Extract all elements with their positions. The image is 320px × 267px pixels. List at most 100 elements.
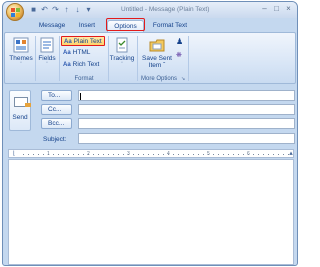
ruler-tick <box>153 154 154 155</box>
ruler-tick <box>208 154 209 155</box>
office-button[interactable] <box>6 3 24 21</box>
ruler-tick <box>183 154 184 155</box>
ruler-tick <box>133 154 134 155</box>
ruler-tick <box>173 154 174 155</box>
text-caret <box>80 93 81 100</box>
quick-access-toolbar: ■ ↶ ↷ ↑ ↓ ▾ <box>29 5 93 15</box>
ribbon-separator <box>59 36 60 81</box>
plain-text-button[interactable]: Aa Plain Text <box>61 36 105 46</box>
html-label: HTML <box>72 49 91 56</box>
ribbon-separator <box>35 36 36 81</box>
ruler-tick <box>193 154 194 155</box>
ruler[interactable]: ⌊ 1 2 3 4 5 6 <box>8 149 294 158</box>
minimize-icon[interactable]: – <box>259 4 270 14</box>
ruler-tick <box>23 154 24 155</box>
tracking-button[interactable]: Tracking ˇ <box>109 37 135 68</box>
plain-text-label: Plain Text <box>73 38 102 45</box>
ruler-tick <box>103 154 104 155</box>
tab-message[interactable]: Message <box>36 20 68 32</box>
direct-replies-icon[interactable]: ❋ <box>176 51 184 61</box>
ribbon-separator <box>137 36 138 81</box>
window-title: Untitled - Message (Plain Text) <box>121 6 210 13</box>
rich-text-button[interactable]: Aa Rich Text <box>63 60 99 70</box>
redo-icon[interactable]: ↷ <box>51 5 60 14</box>
ruler-tick <box>83 154 84 155</box>
ruler-tick <box>143 154 144 155</box>
ruler-tick <box>48 154 49 155</box>
ruler-tick <box>233 154 234 155</box>
down-arrow-icon[interactable]: ↓ <box>73 5 82 14</box>
ruler-tick <box>138 154 139 155</box>
ruler-tick <box>53 154 54 155</box>
ruler-tick <box>43 154 44 155</box>
ruler-tick <box>263 154 264 155</box>
ruler-tick <box>148 154 149 155</box>
ruler-tick <box>213 154 214 155</box>
bcc-field[interactable] <box>78 118 295 129</box>
undo-icon[interactable]: ↶ <box>40 5 49 14</box>
maximize-icon[interactable]: □ <box>271 4 282 14</box>
subject-field[interactable] <box>78 133 295 144</box>
themes-icon <box>13 37 29 53</box>
ribbon-tabs: Message Insert Options Format Text <box>3 18 297 32</box>
tab-insert[interactable]: Insert <box>74 20 100 32</box>
ruler-tick <box>28 154 29 155</box>
fields-button[interactable]: Fields ˇ <box>37 37 57 68</box>
office-logo-icon <box>11 8 20 17</box>
ruler-tick <box>228 154 229 155</box>
ruler-tick <box>123 154 124 155</box>
tab-format-text[interactable]: Format Text <box>149 20 191 32</box>
fields-dropdown-icon: ˇ <box>46 62 48 68</box>
ruler-tick <box>118 154 119 155</box>
ruler-tick <box>73 154 74 155</box>
ruler-tick <box>243 154 244 155</box>
tab-stop-icon[interactable]: ⌊ <box>13 150 15 157</box>
ruler-tick <box>93 154 94 155</box>
ruler-tick <box>258 154 259 155</box>
ruler-tick <box>203 154 204 155</box>
tracking-icon <box>114 37 130 53</box>
send-label: Send <box>12 114 28 121</box>
tab-options[interactable]: Options <box>107 20 144 32</box>
ruler-toggle-icon[interactable]: ▴ <box>286 149 296 158</box>
ruler-tick <box>158 154 159 155</box>
more-options-dialog-launcher-icon[interactable]: ↘ <box>181 74 185 84</box>
rich-text-label: Rich Text <box>72 61 100 68</box>
bcc-button[interactable]: Bcc... <box>41 118 72 129</box>
ruler-tick <box>218 154 219 155</box>
message-body[interactable] <box>8 159 294 265</box>
ruler-tick <box>163 154 164 155</box>
ruler-tick <box>78 154 79 155</box>
to-field[interactable] <box>78 90 295 101</box>
fields-icon <box>39 37 55 53</box>
send-button[interactable]: Send <box>9 90 31 131</box>
cc-field[interactable] <box>78 104 295 115</box>
ruler-tick <box>278 154 279 155</box>
ruler-tick <box>253 154 254 155</box>
send-icon <box>14 97 31 107</box>
message-window: ■ ↶ ↷ ↑ ↓ ▾ Untitled - Message (Plain Te… <box>2 1 298 266</box>
themes-dropdown-icon: ˇ <box>20 62 22 68</box>
save-icon[interactable]: ■ <box>29 5 38 14</box>
ruler-tick <box>108 154 109 155</box>
ruler-tick <box>128 154 129 155</box>
ribbon: Themes ˇ Fields ˇ AaPlain Text AaHTML <box>4 32 296 84</box>
save-sent-item-button[interactable]: Save Sent Item ˇ <box>139 37 175 69</box>
cc-button[interactable]: Cc... <box>41 104 72 115</box>
plain-text-icon: Aa <box>64 39 72 45</box>
ruler-tick <box>58 154 59 155</box>
ruler-tick <box>198 154 199 155</box>
to-button[interactable]: To... <box>41 90 72 101</box>
close-icon[interactable]: × <box>283 4 294 14</box>
delay-delivery-icon[interactable]: ♟ <box>176 37 184 47</box>
html-button[interactable]: Aa HTML <box>63 48 90 58</box>
html-icon: Aa <box>63 50 71 56</box>
more-options-group-label: More Options <box>140 76 177 82</box>
customize-qat-icon[interactable]: ▾ <box>84 5 93 14</box>
ruler-tick <box>248 154 249 155</box>
themes-button[interactable]: Themes ˇ <box>9 37 33 68</box>
save-sent-item-icon <box>149 37 165 53</box>
up-arrow-icon[interactable]: ↑ <box>62 5 71 14</box>
rich-text-icon: Aa <box>63 62 71 68</box>
ruler-tick <box>188 154 189 155</box>
